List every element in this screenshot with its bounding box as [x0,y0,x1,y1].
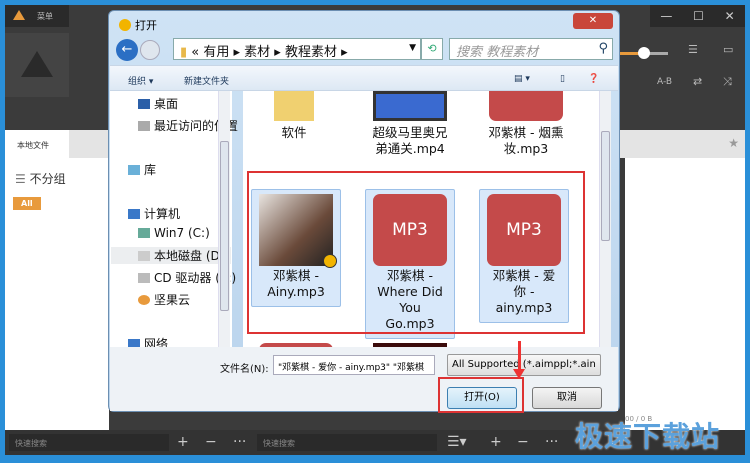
file-item[interactable]: 软件 [249,91,339,141]
cancel-button[interactable]: 取消 [532,387,602,409]
drive-icon [138,251,150,261]
view-menu-icon[interactable]: ▤ ▾ [514,74,530,84]
nav-scrollbar[interactable] [218,91,230,347]
new-folder-button[interactable]: 新建文件夹 [184,74,229,87]
video-thumbnail [373,91,447,121]
add-icon[interactable]: + [177,434,189,450]
organize-menu[interactable]: 组织 ▾ [128,74,153,87]
nav-desktop[interactable]: 桌面 [138,95,256,112]
display-icon[interactable]: ▭ [723,43,733,56]
dialog-toolbar: 组织 ▾ 新建文件夹 ▤ ▾ ▯ ❓ [110,65,618,91]
computer-icon [128,209,140,219]
tab-local-files[interactable]: 本地文件 [5,130,69,158]
navigation-pane: 桌面 最近访问的位置 库 计算机 Win7 (C:) 本地磁盘 (D:) CD … [110,91,238,351]
nav-drive-c[interactable]: Win7 (C:) [138,226,256,240]
cd-drive-icon [138,273,150,283]
search-icon[interactable]: ⚲ [598,41,608,56]
add-icon-right[interactable]: + [490,434,502,450]
nav-recent[interactable]: 最近访问的位置 [138,117,256,134]
playlist-panel [625,158,745,430]
nav-drive-d[interactable]: 本地磁盘 (D:) [111,247,231,264]
open-file-dialog: 打开 ✕ ← ▮ « 有用 ▸ 素材 ▸ 教程素材 ▸ ▼ ⟲ 搜索 教程素材 ⚲ … [108,10,620,413]
refresh-button[interactable]: ⟲ [421,38,443,60]
search-input[interactable]: 搜索 教程素材 ⚲ [449,38,613,60]
forward-button[interactable] [140,40,160,60]
help-icon[interactable]: ❓ [588,74,599,84]
minimize-icon[interactable]: — [660,9,672,23]
nav-cd-drive[interactable]: CD 驱动器 (E:) [138,269,256,286]
shuffle-icon[interactable]: ⤨ [723,75,732,89]
desktop-icon [138,99,150,109]
selection-highlight [247,171,585,334]
remove-icon[interactable]: − [205,434,217,450]
open-button-highlight [438,377,524,413]
address-bar[interactable]: ▮ « 有用 ▸ 素材 ▸ 教程素材 ▸ ▼ [173,38,421,60]
file-scrollbar[interactable] [599,91,611,347]
remove-icon-right[interactable]: − [517,434,529,450]
filename-label: 文件名(N): [220,364,269,375]
file-item[interactable]: 超级马里奥兄弟通关.mp4 [365,91,455,157]
recent-icon [138,121,150,131]
mp3-icon [489,91,563,121]
maximize-icon[interactable]: ☐ [693,9,704,23]
folder-icon [274,91,314,121]
nav-jianguoyun[interactable]: 坚果云 [138,291,256,308]
more-icon-right[interactable]: ··· [545,434,558,450]
dialog-footer: 文件名(N): "邓紫棋 - 爱你 - ainy.mp3" "邓紫棋 All S… [110,341,618,413]
equalizer-icon[interactable]: ☰ [688,43,698,56]
ab-repeat-button[interactable]: A-B [657,77,672,87]
list-icon: ☰ [15,172,30,186]
search-input-right[interactable]: 快速搜索 [257,434,437,451]
volume-slider[interactable] [620,47,668,59]
sort-menu-icon[interactable]: ☰▾ [447,434,467,450]
filename-input[interactable]: "邓紫棋 - 爱你 - ainy.mp3" "邓紫棋 [273,355,435,375]
repeat-icon[interactable]: ⇄ [693,75,702,88]
more-icon[interactable]: ··· [233,434,246,450]
library-icon [128,165,140,175]
menu-button[interactable]: 菜单 [5,5,69,27]
chevron-down-icon[interactable]: ▼ [409,43,416,53]
album-art [5,33,69,97]
close-icon[interactable]: ✕ [725,9,735,23]
watermark: 极速下载站 [575,420,721,453]
nut-icon [138,295,150,305]
dialog-title: 打开 [119,17,157,33]
search-input-left[interactable]: 快速搜索 [9,434,169,451]
file-item[interactable]: 邓紫棋 - 烟熏妆.mp3 [481,91,571,157]
folder-icon: ▮ [180,45,192,60]
aimp-icon [119,19,131,31]
window-controls: — ☐ ✕ [650,5,745,27]
drive-icon [138,228,150,238]
back-button[interactable]: ← [116,39,138,61]
navigation-buttons: ← [116,39,171,61]
dialog-close-button[interactable]: ✕ [573,13,613,29]
star-icon[interactable]: ★ [728,136,739,150]
arrow-annotation [513,341,525,379]
group-selector[interactable]: ☰ 不分组 [15,170,66,187]
all-badge[interactable]: All [13,197,41,210]
preview-pane-icon[interactable]: ▯ [560,74,565,84]
aimp-logo-icon [13,10,25,20]
